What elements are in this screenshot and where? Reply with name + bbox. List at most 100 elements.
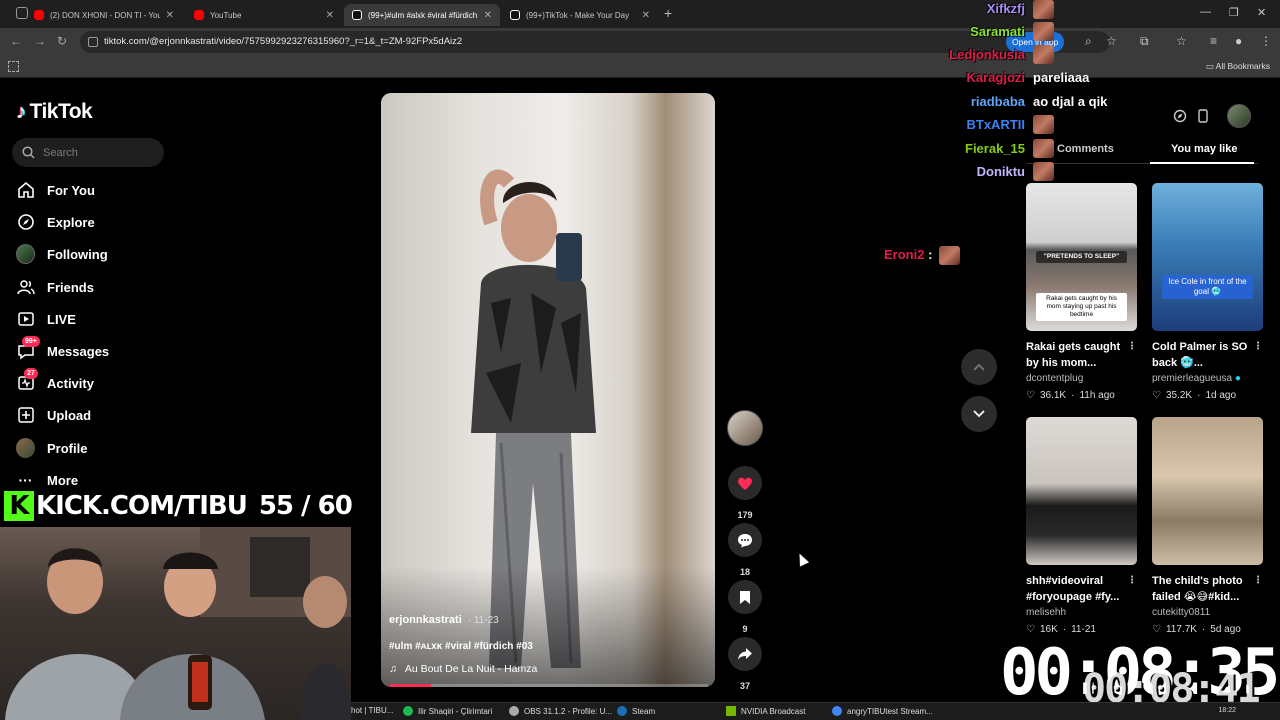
- back-icon[interactable]: ←: [10, 34, 22, 48]
- card-author[interactable]: premierleagueusa ●: [1152, 373, 1263, 384]
- minimize-icon[interactable]: —: [1200, 6, 1211, 18]
- comment-button[interactable]: [728, 523, 762, 557]
- menu-dots-icon[interactable]: ⋮: [1260, 34, 1272, 48]
- search-box[interactable]: [12, 138, 164, 167]
- taskbar-item[interactable]: OBS 31.1.2 - Profile: U...: [509, 706, 612, 716]
- video-player[interactable]: [381, 93, 715, 687]
- forward-icon[interactable]: →: [34, 34, 46, 48]
- apps-icon[interactable]: [8, 61, 19, 72]
- comment-icon: [738, 533, 752, 547]
- close-tab-icon[interactable]: ✕: [484, 10, 492, 21]
- reload-icon[interactable]: ↻: [57, 34, 67, 48]
- sidebar-item-friends[interactable]: Friends: [16, 275, 94, 299]
- author-name[interactable]: erjonnkastrati: [389, 614, 462, 626]
- card-title-text: Cold Palmer is SO back 🥶...: [1152, 341, 1248, 369]
- more-options-icon[interactable]: ⋮: [1253, 573, 1263, 589]
- site-info-icon[interactable]: [88, 37, 98, 47]
- media-icon[interactable]: ≡: [1210, 34, 1217, 48]
- sidebar-item-live[interactable]: LIVE: [16, 307, 76, 331]
- taskbar-item-label: Steam: [632, 706, 656, 716]
- search-input[interactable]: [43, 146, 153, 159]
- creator-avatar[interactable]: [727, 410, 763, 446]
- bookmark-star-icon[interactable]: ☆: [1106, 34, 1117, 48]
- sidebar-item-explore[interactable]: Explore: [16, 210, 95, 234]
- sidebar-item-activity[interactable]: 27 Activity: [16, 367, 94, 395]
- like-action[interactable]: 179: [727, 466, 763, 520]
- browser-tab-4[interactable]: (99+)TikTok - Make Your Day ✕: [502, 4, 658, 26]
- recommended-card[interactable]: "PRETENDS TO SLEEP" Rakai gets caught by…: [1026, 183, 1137, 401]
- card-title[interactable]: Cold Palmer is SO back 🥶... ⋮: [1152, 339, 1263, 371]
- card-caption: Rakai gets caught by his mom staying up …: [1036, 293, 1127, 321]
- video-author[interactable]: erjonnkastrati · 11-23: [389, 614, 499, 626]
- profile-avatar-icon[interactable]: ●: [1235, 34, 1242, 48]
- card-likes: 117.7K: [1165, 624, 1197, 635]
- tiktok-note-icon: ♪: [16, 100, 26, 123]
- user-avatar[interactable]: [1227, 104, 1251, 128]
- taskbar-item[interactable]: NVIDIA Broadcast: [726, 706, 805, 716]
- sidebar-item-label: LIVE: [47, 311, 76, 327]
- all-bookmarks-button[interactable]: ▭ All Bookmarks: [1206, 61, 1270, 72]
- close-tab-icon[interactable]: ✕: [166, 10, 174, 21]
- save-action[interactable]: 9: [727, 580, 763, 634]
- card-author[interactable]: dcontentplug: [1026, 373, 1137, 384]
- recommended-card[interactable]: The child's photo failed 😭😅#kid... ⋮ cute…: [1152, 417, 1263, 635]
- extensions-icon[interactable]: ⧉: [1140, 34, 1149, 49]
- favorites-icon[interactable]: ☆: [1176, 34, 1187, 48]
- tab-comments[interactable]: Comments: [1057, 143, 1114, 155]
- comment-action[interactable]: 18: [727, 523, 763, 577]
- close-window-icon[interactable]: ✕: [1257, 6, 1266, 19]
- sidebar-item-messages[interactable]: 99+ Messages: [16, 335, 109, 363]
- card-author[interactable]: cutekitty0811: [1152, 607, 1263, 618]
- sidebar-item-upload[interactable]: Upload: [16, 403, 91, 427]
- close-tab-icon[interactable]: ✕: [326, 10, 334, 21]
- taskbar-item[interactable]: Steam: [617, 706, 655, 716]
- sidebar-item-for-you[interactable]: For You: [16, 178, 95, 202]
- card-title[interactable]: The child's photo failed 😭😅#kid... ⋮: [1152, 573, 1263, 605]
- card-title[interactable]: shh#videoviral #foryoupage #fy... ⋮: [1026, 573, 1137, 605]
- recommended-card[interactable]: Ice Cole in front of the goal 🥶 Cold Pal…: [1152, 183, 1263, 401]
- tab-you-may-like[interactable]: You may like: [1171, 143, 1237, 155]
- more-options-icon[interactable]: ⋮: [1127, 339, 1137, 355]
- phone-icon[interactable]: [1191, 104, 1215, 128]
- chevron-down-icon: [973, 410, 985, 418]
- explore-compass-icon[interactable]: [1168, 104, 1192, 128]
- card-thumbnail[interactable]: Ice Cole in front of the goal 🥶: [1152, 183, 1263, 331]
- taskbar-item[interactable]: hot | TIBU...: [351, 706, 393, 715]
- emote-icon: [1033, 162, 1054, 181]
- zoom-icon[interactable]: ⌕: [1085, 34, 1092, 49]
- card-thumbnail[interactable]: "PRETENDS TO SLEEP" Rakai gets caught by…: [1026, 183, 1137, 331]
- bookmark-button[interactable]: [728, 580, 762, 614]
- like-button[interactable]: [728, 466, 762, 500]
- active-tab-underline: [1150, 162, 1254, 164]
- card-title[interactable]: Rakai gets caught by his mom... ⋮: [1026, 339, 1137, 371]
- side-chat-username: Eroni2 :: [884, 247, 932, 262]
- chat-username: BTxARTII: [966, 117, 1026, 132]
- card-likes: 16K: [1039, 624, 1058, 635]
- taskbar-clock[interactable]: 18:22: [1218, 707, 1236, 714]
- previous-video-button[interactable]: [961, 349, 997, 385]
- video-progress-bar[interactable]: [390, 684, 708, 687]
- kick-counter: 55 / 60: [258, 491, 353, 521]
- video-music[interactable]: ♫ Au Bout De La Nuit - Hamza: [389, 663, 537, 675]
- card-author[interactable]: melisehh: [1026, 607, 1137, 618]
- more-options-icon[interactable]: ⋮: [1127, 573, 1137, 589]
- tiktok-logo[interactable]: ♪ TikTok: [16, 100, 93, 124]
- new-tab-button[interactable]: +: [664, 5, 672, 21]
- card-thumbnail[interactable]: [1152, 417, 1263, 565]
- taskbar-item[interactable]: Ilir Shaqiri - Çlirimtari: [403, 706, 492, 716]
- share-button[interactable]: [728, 637, 762, 671]
- browser-tab-1[interactable]: (2) DON XHONI - DON TI - YouTube ✕: [26, 4, 182, 26]
- recommended-card[interactable]: shh#videoviral #foryoupage #fy... ⋮ melis…: [1026, 417, 1137, 635]
- taskbar-item[interactable]: angryTIBUtest Stream...: [832, 706, 933, 716]
- close-tab-icon[interactable]: ✕: [642, 10, 650, 21]
- share-action[interactable]: 37: [727, 637, 763, 691]
- browser-tab-2[interactable]: YouTube ✕: [186, 4, 342, 26]
- video-hashtags[interactable]: #ulm #ᴀʟxᴋ #viral #fürdich #03: [389, 641, 533, 652]
- browser-tab-3[interactable]: (99+)#ulm #alxk #viral #fürdich ✕: [344, 4, 500, 26]
- restore-icon[interactable]: ❐: [1229, 6, 1239, 19]
- card-thumbnail[interactable]: [1026, 417, 1137, 565]
- sidebar-item-profile[interactable]: Profile: [16, 436, 87, 460]
- sidebar-item-following[interactable]: Following: [16, 242, 108, 266]
- next-video-button[interactable]: [961, 396, 997, 432]
- more-options-icon[interactable]: ⋮: [1253, 339, 1263, 355]
